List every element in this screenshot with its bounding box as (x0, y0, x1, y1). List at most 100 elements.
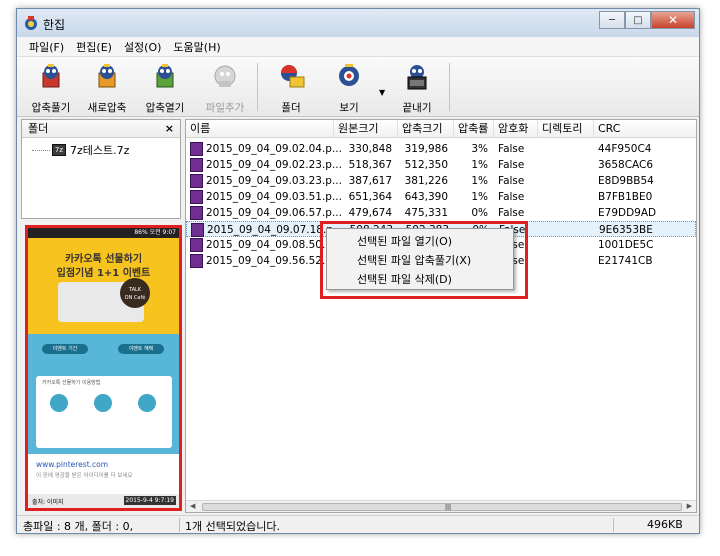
status-bar: 총파일 : 8 개, 폴더 : 0, 1개 선택되었습니다. 496KB (17, 515, 699, 533)
minimize-button[interactable]: ─ (599, 11, 625, 29)
cell-ratio: 1% (471, 159, 488, 171)
phone-status-bar: 86% 오전 9:07 (28, 228, 179, 238)
folder-panel-close-icon[interactable]: × (165, 120, 174, 138)
cell-ratio: 3% (471, 143, 488, 155)
cell-crc: 44F950C4 (598, 143, 652, 155)
badge-line2: ON Café (124, 295, 146, 301)
menu-edit[interactable]: 편집(E) (70, 39, 118, 55)
folder-panel-title: 폴더 (28, 122, 49, 135)
scroll-right-icon[interactable]: ▶ (687, 502, 692, 510)
new-archive-label: 새로압축 (87, 102, 127, 114)
horizontal-scrollbar[interactable]: ◀ ||| ▶ (186, 500, 696, 512)
cell-original: 387,617 (348, 175, 392, 187)
cell-name: 2015_09_04_09.06.57.p... (206, 207, 342, 219)
add-file-icon (214, 65, 236, 87)
title-bar[interactable]: 한집 ─ □ ✕ (17, 9, 699, 37)
menu-file[interactable]: 파일(F) (23, 39, 70, 55)
column-header-encrypted[interactable]: 암호화 (494, 120, 538, 138)
maximize-button[interactable]: □ (625, 11, 651, 29)
png-file-icon (191, 223, 204, 237)
window-title: 한집 (43, 18, 66, 32)
cell-crc: E8D9BB54 (598, 175, 654, 187)
column-header-crc[interactable]: CRC (594, 120, 696, 138)
cell-encrypted: False (498, 143, 525, 155)
column-header-original[interactable]: 원본크기 (334, 120, 398, 138)
png-file-icon (190, 174, 203, 188)
cell-compressed: 512,350 (404, 159, 448, 171)
column-header-name[interactable]: 이름 (186, 120, 334, 138)
cell-crc: B7FB1BE0 (598, 191, 653, 203)
cell-original: 518,367 (348, 159, 392, 171)
event-period-pill: 이벤트 기간 (42, 344, 88, 354)
table-row[interactable]: 2015_09_04_09.06.57.p... 479,674 475,331 0%… (186, 205, 696, 221)
cell-compressed: 319,986 (404, 143, 448, 155)
event-benefit-pill: 이벤트 혜택 (118, 344, 164, 354)
cell-crc: E79DD9AD (598, 207, 657, 219)
scroll-left-icon[interactable]: ◀ (190, 502, 195, 510)
cell-encrypted: False (498, 159, 525, 171)
table-row[interactable]: 2015_09_04_09.03.23.p... 387,617 381,226 1%… (186, 173, 696, 189)
cell-compressed: 475,331 (404, 207, 448, 219)
tree-item-label: 7z테스트.7z (70, 144, 130, 157)
cell-original: 330,848 (348, 143, 392, 155)
step-coffee-icon (94, 394, 112, 412)
table-row[interactable]: 2015_09_04_09.02.23.p... 518,367 512,350 1%… (186, 157, 696, 173)
cell-compressed: 643,390 (404, 191, 448, 203)
preview-image-highlight: 86% 오전 9:07 카카오톡 선물하기 입점기념 1+1 이벤트 TALK … (25, 225, 182, 511)
cell-compressed: 381,226 (404, 175, 448, 187)
exit-button[interactable]: 끝내기 (389, 63, 445, 114)
folder-button[interactable]: 폴더 (263, 63, 319, 114)
view-button[interactable]: 보기 (321, 63, 377, 114)
scroll-grip-icon: ||| (445, 504, 452, 511)
extract-button[interactable]: 압축풀기 (23, 63, 79, 114)
cell-ratio: 1% (471, 175, 488, 187)
phone-battery: 86% (134, 229, 148, 236)
toolbar: 압축풀기 새로압축 압축열기 파일추가 폴더 보기 ▼ 끝내기 (17, 57, 699, 117)
step-gift-icon (50, 394, 68, 412)
cell-name: 2015_09_04_09.02.23.p... (206, 159, 342, 171)
cell-crc: 3658CAC6 (598, 159, 654, 171)
7z-archive-icon: 7z (52, 144, 66, 156)
cell-crc: 1001DE5C (598, 239, 654, 251)
banner-subtitle: 입점기념 1+1 이벤트 (56, 268, 151, 279)
howto-card: 카카오톡 선물하기 이용방법 (36, 376, 172, 448)
view-icon (339, 64, 359, 86)
status-size: 496KB (647, 518, 683, 531)
source-url: www.pinterest.com (36, 460, 109, 469)
scrollbar-thumb[interactable]: ||| (202, 503, 682, 511)
close-button[interactable]: ✕ (651, 11, 695, 29)
tree-item-archive[interactable]: 7z 7z테스트.7z (32, 142, 129, 158)
status-totals: 총파일 : 8 개, 폴더 : 0, (23, 520, 134, 533)
menu-settings[interactable]: 설정(O) (118, 39, 167, 55)
cell-ratio: 0% (471, 207, 488, 219)
cell-name: 2015_09_04_09.07.18.p... (207, 224, 343, 236)
howto-title: 카카오톡 선물하기 이용방법 (42, 380, 101, 386)
png-file-icon (190, 142, 203, 156)
file-list: 이름 원본크기 압축크기 압축률 암호화 디렉토리 CRC 2015_09_04… (185, 119, 697, 513)
preview-timestamp: 2015-9-4 9:7:19 (123, 496, 176, 505)
cell-encrypted: False (498, 207, 525, 219)
status-selection: 1개 선택되었습니다. (185, 520, 280, 533)
column-header-directory[interactable]: 디렉토리 (538, 120, 594, 138)
view-dropdown-chevron-icon[interactable]: ▼ (379, 88, 385, 97)
table-row[interactable]: 2015_09_04_09.03.51.p... 651,364 643,390 1%… (186, 189, 696, 205)
folder-panel-header: 폴더 × (22, 120, 180, 138)
png-file-icon (190, 238, 203, 252)
column-header-ratio[interactable]: 압축률 (454, 120, 494, 138)
menu-help[interactable]: 도움말(H) (167, 39, 226, 55)
cell-original: 479,674 (348, 207, 392, 219)
add-file-button[interactable]: 파일추가 (197, 63, 253, 114)
folder-panel: 폴더 × 7z 7z테스트.7z (21, 119, 181, 219)
status-separator (613, 518, 614, 532)
talk-cafe-badge: TALK ON Café (120, 278, 150, 308)
preview-footer: 출처: 이미지 2015-9-4 9:7:19 (28, 494, 179, 508)
cell-name: 2015_09_04_09.08.50.p... (206, 239, 342, 251)
table-row[interactable]: 2015_09_04_09.02.04.p... 330,848 319,986 3%… (186, 141, 696, 157)
new-archive-button[interactable]: 새로압축 (79, 63, 135, 114)
folder-icon (281, 65, 305, 88)
cell-name: 2015_09_04_09.03.51.p... (206, 191, 342, 203)
app-icon (25, 16, 37, 30)
column-header-compressed[interactable]: 압축크기 (398, 120, 454, 138)
toolbar-separator (257, 63, 258, 111)
open-archive-button[interactable]: 압축열기 (137, 63, 193, 114)
